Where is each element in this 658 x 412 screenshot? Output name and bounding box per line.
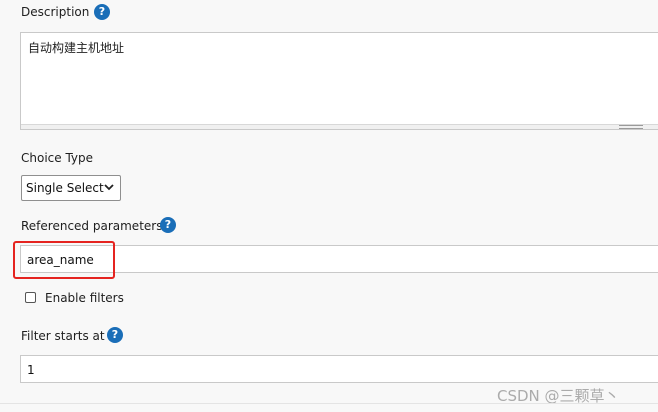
resize-grip-icon[interactable] <box>619 125 643 129</box>
referenced-parameters-help-icon[interactable]: ? <box>160 217 176 233</box>
choice-type-label: Choice Type <box>21 151 94 165</box>
filter-starts-at-input[interactable]: 1 <box>20 355 658 383</box>
highlight-box <box>13 241 115 279</box>
enable-filters-checkbox[interactable] <box>25 292 36 303</box>
chevron-down-icon <box>104 184 114 191</box>
filter-starts-at-help-icon[interactable]: ? <box>107 327 123 343</box>
description-textarea[interactable]: 自动构建主机地址 <box>20 32 658 130</box>
description-help-icon[interactable]: ? <box>94 4 110 20</box>
divider <box>0 403 658 404</box>
referenced-parameters-input[interactable]: area_name <box>20 245 658 273</box>
enable-filters-label: Enable filters <box>45 291 124 305</box>
referenced-parameters-label: Referenced parameters <box>21 219 163 233</box>
choice-type-selected: Single Select <box>26 181 104 195</box>
textarea-resize-bar[interactable] <box>21 124 658 129</box>
description-label: Description <box>21 5 90 19</box>
filter-starts-at-value: 1 <box>27 363 35 377</box>
filter-starts-at-label: Filter starts at <box>21 329 105 343</box>
description-text: 自动构建主机地址 <box>28 41 125 55</box>
choice-type-select[interactable]: Single Select <box>21 175 121 201</box>
